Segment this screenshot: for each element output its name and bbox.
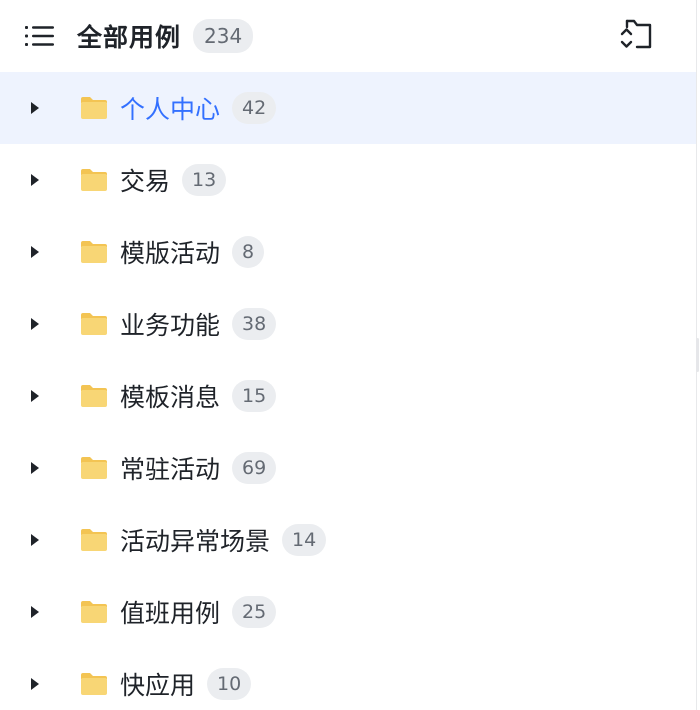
- folder-name: 常驻活动: [120, 455, 221, 484]
- folder-label: 模板消息 15: [120, 378, 277, 414]
- scrollbar[interactable]: [696, 338, 699, 372]
- caret-right-icon[interactable]: [28, 315, 42, 333]
- case-tree-panel: 全部用例 234 个人中心 42 交易 13 模版活动 8 业务功能 38 模板消息 15 常驻活动…: [0, 0, 699, 710]
- count-badge: 15: [232, 380, 277, 412]
- folder-item[interactable]: 模版活动 8: [0, 216, 696, 288]
- folder-item[interactable]: 常驻活动 69: [0, 432, 696, 504]
- folder-label: 个人中心 42: [120, 90, 277, 126]
- folder-icon: [80, 311, 108, 337]
- folder-label: 值班用例 25: [120, 594, 277, 630]
- folder-icon: [80, 383, 108, 409]
- count-badge: 42: [232, 92, 277, 124]
- total-count-badge: 234: [193, 19, 254, 53]
- folder-item[interactable]: 快应用 10: [0, 648, 696, 710]
- caret-right-icon[interactable]: [28, 675, 42, 693]
- folder-item[interactable]: 业务功能 38: [0, 288, 696, 360]
- count-badge: 8: [232, 236, 265, 268]
- caret-right-icon[interactable]: [28, 243, 42, 261]
- caret-right-icon[interactable]: [28, 603, 42, 621]
- folder-icon: [80, 239, 108, 265]
- caret-right-icon[interactable]: [28, 171, 42, 189]
- count-badge: 13: [182, 164, 227, 196]
- count-badge: 10: [207, 668, 252, 700]
- folder-item[interactable]: 模板消息 15: [0, 360, 696, 432]
- folder-label: 交易 13: [120, 162, 227, 198]
- folder-name: 快应用: [120, 671, 196, 700]
- count-badge: 38: [232, 308, 277, 340]
- folder-name: 个人中心: [120, 95, 221, 124]
- folder-sort-icon[interactable]: [618, 16, 654, 52]
- folder-icon: [80, 167, 108, 193]
- folder-name: 值班用例: [120, 599, 221, 628]
- folder-name: 模板消息: [120, 383, 221, 412]
- folder-label: 业务功能 38: [120, 306, 277, 342]
- page-title: 全部用例: [77, 23, 182, 52]
- folder-icon: [80, 455, 108, 481]
- folder-item[interactable]: 活动异常场景 14: [0, 504, 696, 576]
- folder-item[interactable]: 个人中心 42: [0, 72, 696, 144]
- count-badge: 25: [232, 596, 277, 628]
- folder-icon: [80, 671, 108, 697]
- caret-right-icon[interactable]: [28, 387, 42, 405]
- folder-item[interactable]: 交易 13: [0, 144, 696, 216]
- folder-item[interactable]: 值班用例 25: [0, 576, 696, 648]
- folder-label: 活动异常场景 14: [120, 522, 327, 558]
- caret-right-icon[interactable]: [28, 459, 42, 477]
- folder-tree: 个人中心 42 交易 13 模版活动 8 业务功能 38 模板消息 15 常驻活动 69 活动异常场景 1…: [0, 72, 696, 710]
- folder-icon: [80, 95, 108, 121]
- folder-name: 交易: [120, 167, 171, 196]
- folder-icon: [80, 527, 108, 553]
- folder-name: 业务功能: [120, 311, 221, 340]
- folder-label: 模版活动 8: [120, 234, 265, 270]
- folder-label: 快应用 10: [120, 666, 252, 702]
- count-badge: 69: [232, 452, 277, 484]
- folder-name: 模版活动: [120, 239, 221, 268]
- count-badge: 14: [282, 524, 327, 556]
- caret-right-icon[interactable]: [28, 99, 42, 117]
- folder-label: 常驻活动 69: [120, 450, 277, 486]
- caret-right-icon[interactable]: [28, 531, 42, 549]
- list-icon[interactable]: [25, 24, 55, 48]
- tree-header: 全部用例 234: [0, 0, 696, 72]
- folder-name: 活动异常场景: [120, 527, 271, 556]
- folder-icon: [80, 599, 108, 625]
